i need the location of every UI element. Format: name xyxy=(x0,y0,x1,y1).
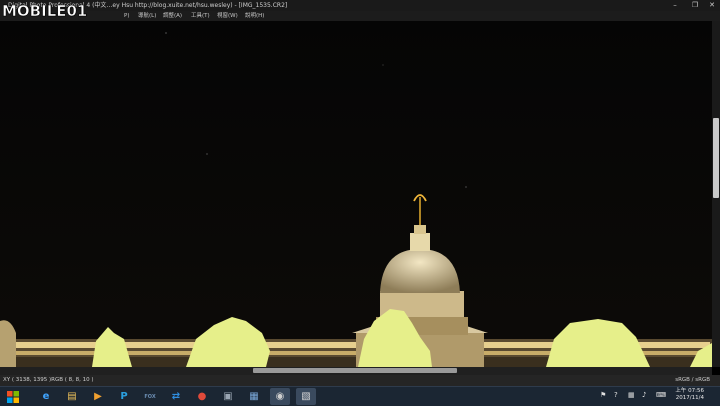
fox-icon: FOX xyxy=(144,393,156,400)
dpp-editor-taskbar-button[interactable]: ▧ xyxy=(296,388,316,405)
clock-time: 上午 07:56 xyxy=(675,388,704,394)
folder-taskbar-button[interactable]: ▤ xyxy=(62,388,82,405)
paint-icon: P xyxy=(120,391,128,402)
media-player-taskbar-button[interactable]: ▶ xyxy=(88,388,108,405)
camera-app-icon: ▣ xyxy=(223,391,233,402)
star xyxy=(165,32,167,34)
chrome-icon: ● xyxy=(197,391,207,402)
photo-viewer-taskbar-button[interactable]: ▦ xyxy=(244,388,264,405)
menu-item-window[interactable]: 視窗(W) xyxy=(217,11,238,21)
fox-taskbar-button[interactable]: FOX xyxy=(140,388,160,405)
menu-item-help[interactable]: 說明(H) xyxy=(245,11,264,21)
taskbar: e ▤ ▶ P FOX ⇄ ● ▣ ▦ ◉ ▧ ⚑ ? ▦ ♪ ⌨ 上午 07:56 2017/11… xyxy=(0,386,720,406)
dpp-icon: ◉ xyxy=(275,391,285,402)
restore-button[interactable]: ❐ xyxy=(688,0,702,11)
star xyxy=(206,153,208,155)
star xyxy=(382,64,384,66)
image-viewport[interactable] xyxy=(0,21,712,367)
start-button[interactable] xyxy=(3,388,23,405)
minimize-button[interactable]: – xyxy=(668,0,682,11)
photo-canvas xyxy=(0,21,712,367)
media-player-icon: ▶ xyxy=(94,391,102,402)
menu-item-tools[interactable]: 工具(T) xyxy=(191,11,210,21)
camera-app-taskbar-button[interactable]: ▣ xyxy=(218,388,238,405)
color-space: sRGB / sRGB xyxy=(675,377,710,383)
dpp-editor-icon: ▧ xyxy=(301,391,311,402)
ie-icon: e xyxy=(42,391,50,402)
vertical-scrollbar[interactable] xyxy=(712,21,720,367)
status-bar: XY ( 3138, 1395 )RGB ( 8, 8, 10 ) sRGB /… xyxy=(0,375,720,386)
chrome-taskbar-button[interactable]: ● xyxy=(192,388,212,405)
close-button[interactable]: ✕ xyxy=(705,0,719,11)
night-sky xyxy=(0,21,712,367)
clock-date: 2017/11/4 xyxy=(675,395,704,401)
pixel-readout: XY ( 3138, 1395 )RGB ( 8, 8, 10 ) xyxy=(3,377,94,383)
ie-taskbar-button[interactable]: e xyxy=(36,388,56,405)
tray-volume-icon[interactable]: ♪ xyxy=(642,391,646,399)
vertical-scroll-thumb[interactable] xyxy=(713,118,719,198)
star xyxy=(465,186,467,188)
taskbar-clock[interactable]: 上午 07:56 2017/11/4 xyxy=(675,388,704,402)
paint-taskbar-button[interactable]: P xyxy=(114,388,134,405)
tray-network-icon[interactable]: ▦ xyxy=(628,391,635,399)
dpp-taskbar-button[interactable]: ◉ xyxy=(270,388,290,405)
windows-logo-icon xyxy=(7,390,19,403)
photo-viewer-icon: ▦ xyxy=(249,391,259,402)
menu-item-navigate[interactable]: 導航(L) xyxy=(138,11,156,21)
tray-keyboard-icon[interactable]: ⌨ xyxy=(656,391,666,399)
folder-icon: ▤ xyxy=(67,391,77,402)
menu-item-adjust[interactable]: 調整(A) xyxy=(163,11,182,21)
horizontal-scrollbar[interactable] xyxy=(0,367,712,375)
watermark-text: MOBILE01 xyxy=(2,2,88,21)
tray-help-icon[interactable]: ? xyxy=(614,391,618,399)
teamviewer-icon: ⇄ xyxy=(171,391,181,402)
tray-flag-icon[interactable]: ⚑ xyxy=(600,391,606,399)
horizontal-scroll-thumb[interactable] xyxy=(253,368,457,373)
mobile01-watermark: MOBILE01 xyxy=(2,1,126,21)
teamviewer-taskbar-button[interactable]: ⇄ xyxy=(166,388,186,405)
